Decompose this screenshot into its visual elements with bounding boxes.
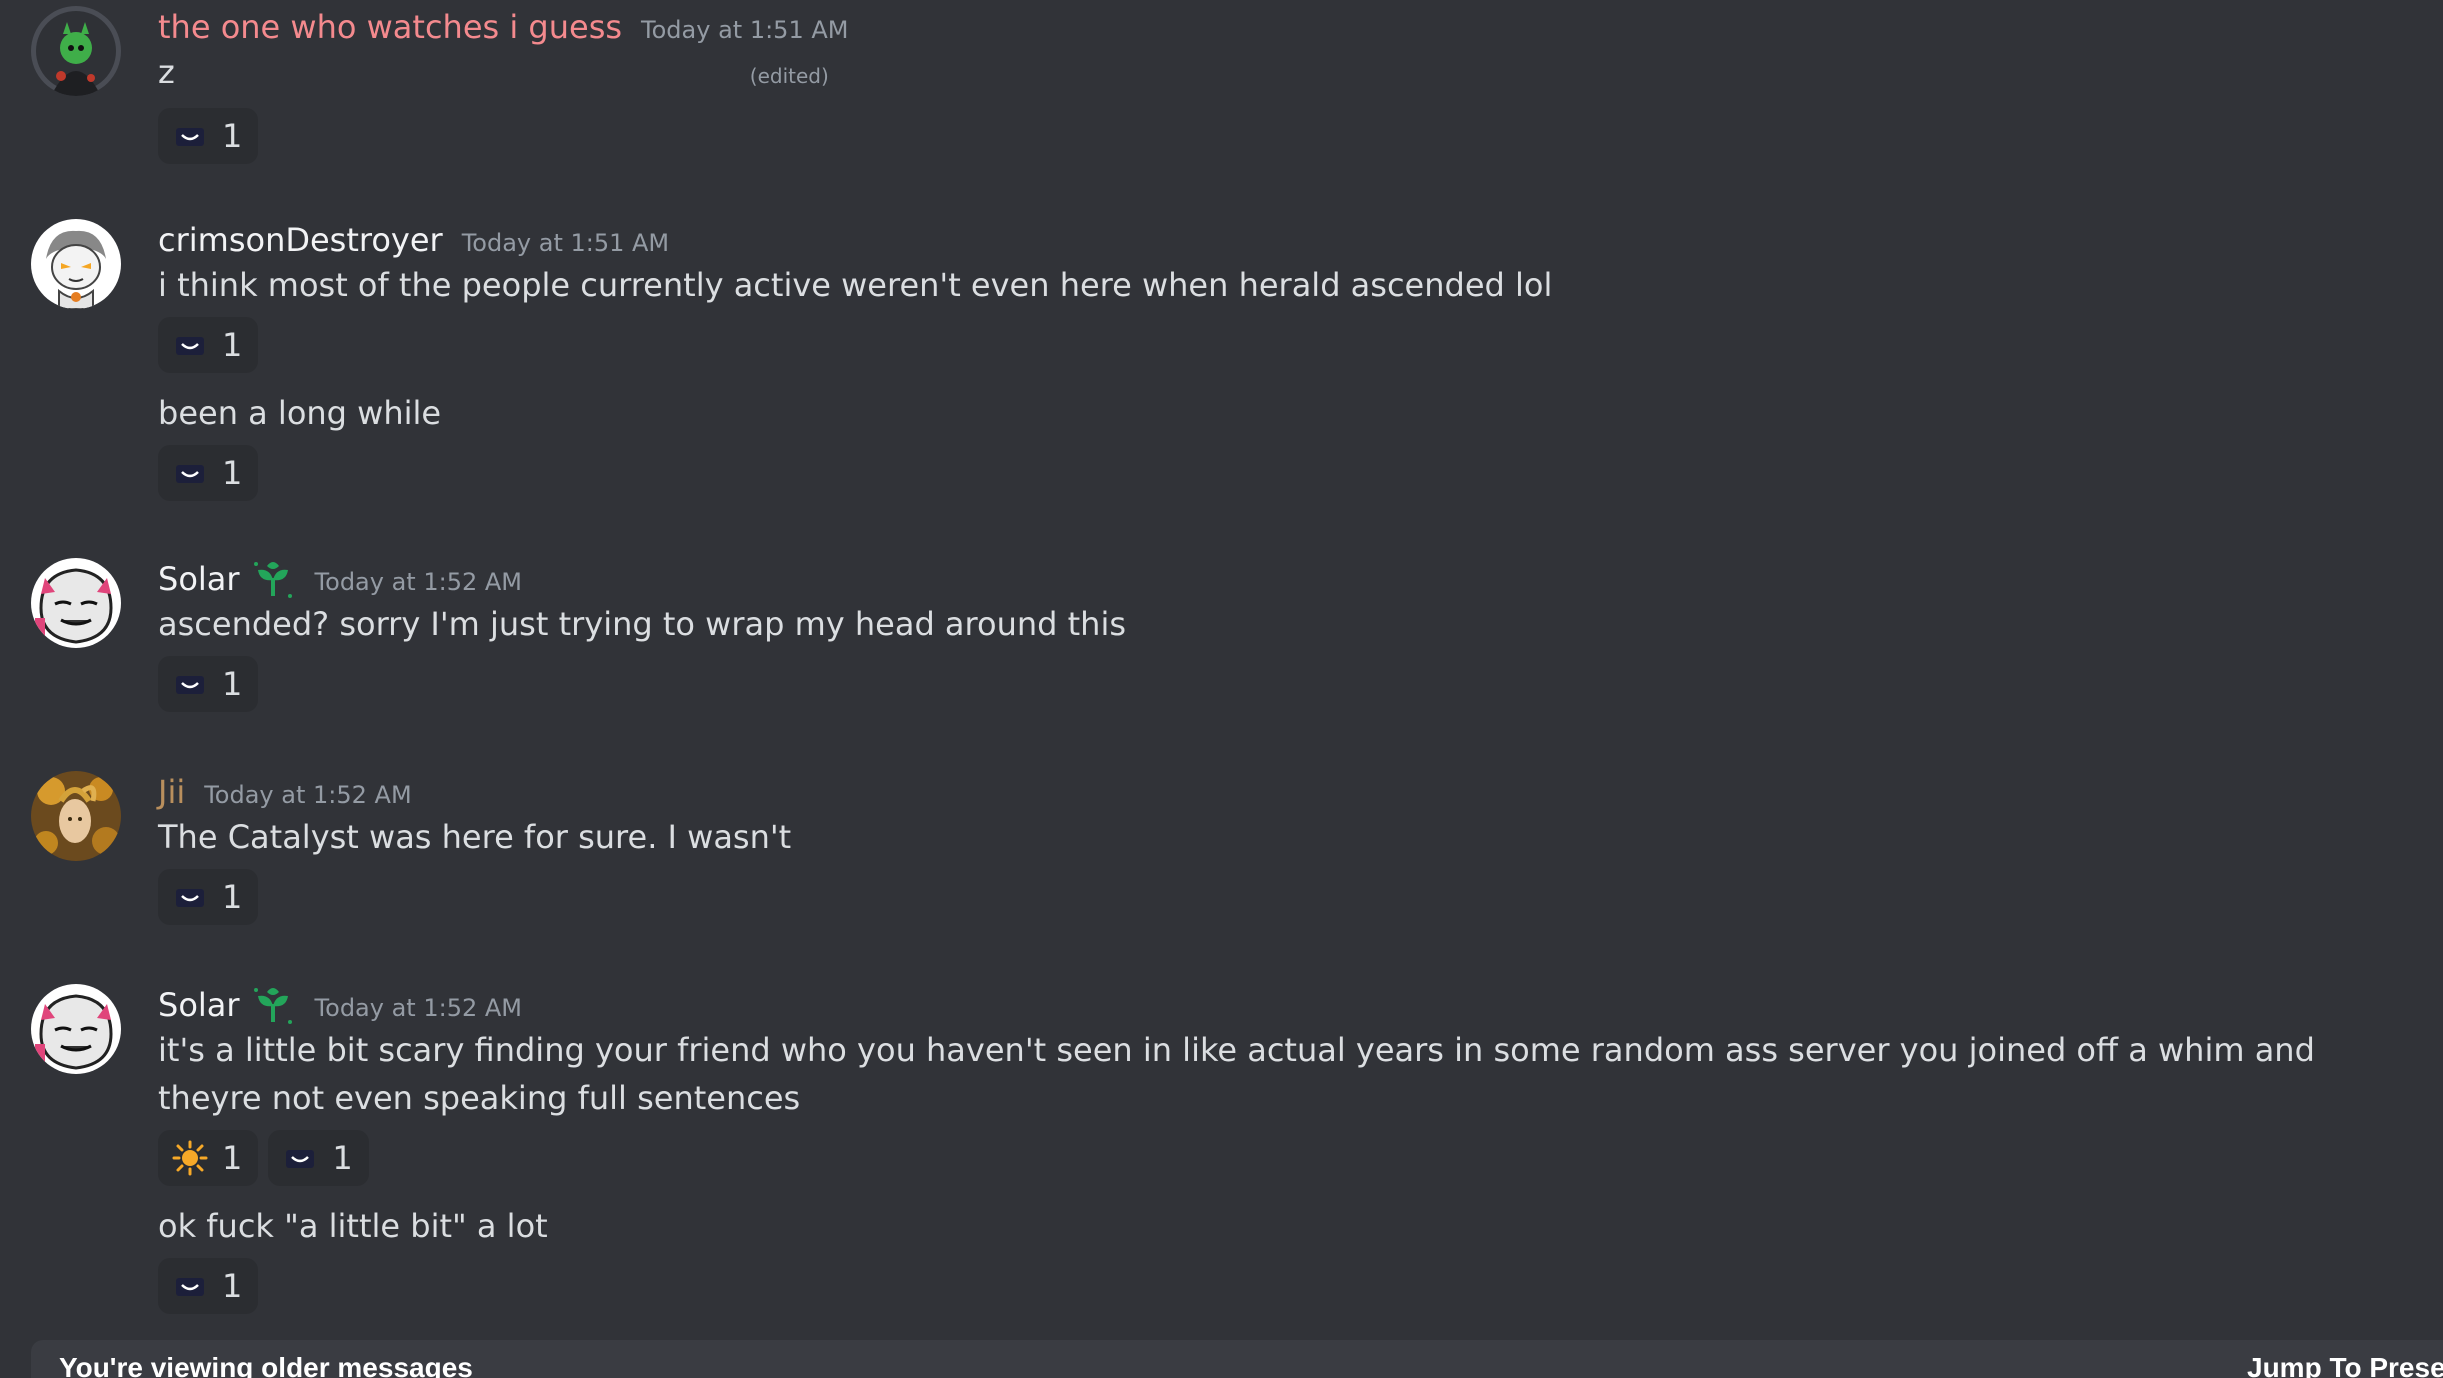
message-text: z (edited) xyxy=(158,48,2443,100)
message-content: z xyxy=(158,53,175,91)
timestamp: Today at 1:52 AM xyxy=(204,781,412,809)
dark-eyes-emoji-icon xyxy=(286,1150,315,1168)
reactions: 1 xyxy=(158,656,2443,712)
message-group: the one who watches i guess Today at 1:5… xyxy=(0,6,2443,164)
message-group: Jii Today at 1:52 AM The Catalyst was he… xyxy=(0,771,2443,925)
message-header: Solar Today at 1:52 AM xyxy=(158,984,2443,1026)
message-header: Jii Today at 1:52 AM xyxy=(158,771,2443,813)
message-text: The Catalyst was here for sure. I wasn't xyxy=(158,818,792,856)
edited-label: (edited) xyxy=(749,64,829,88)
green-sprout-icon[interactable] xyxy=(250,556,296,602)
jump-to-present-button[interactable]: Jump To Present xyxy=(2247,1352,2443,1378)
reaction-count: 1 xyxy=(222,665,243,703)
message-text: ascended? sorry I'm just trying to wrap … xyxy=(158,605,1126,643)
chat-messages: the one who watches i guess Today at 1:5… xyxy=(0,0,2443,1378)
reaction-count: 1 xyxy=(222,878,243,916)
reactions: 1 xyxy=(158,108,2443,164)
avatar[interactable] xyxy=(31,219,121,309)
reaction-count: 1 xyxy=(222,1267,243,1305)
dark-eyes-emoji-icon xyxy=(176,465,204,483)
message-text: ok fuck "a little bit" a lot xyxy=(158,1207,548,1245)
reaction-button[interactable]: 1 xyxy=(158,108,259,164)
reaction-count: 1 xyxy=(222,326,243,364)
reaction-count: 1 xyxy=(222,454,243,492)
message-group: Solar Today at 1:52 AM it's a little bit… xyxy=(0,984,2443,1314)
dark-eyes-emoji-icon xyxy=(176,337,204,355)
reaction-button[interactable]: 1 xyxy=(268,1130,369,1186)
message-text: been a long while xyxy=(158,394,442,432)
reactions: 1 xyxy=(158,869,2443,925)
message-text: i think most of the people currently act… xyxy=(158,266,1553,304)
reactions: 1 xyxy=(158,1258,2443,1314)
reaction-button[interactable]: 1 xyxy=(158,656,259,712)
reaction-button[interactable]: 1 xyxy=(158,1258,259,1314)
reaction-button[interactable]: 1 xyxy=(158,1130,259,1186)
dark-eyes-emoji-icon xyxy=(176,1278,204,1296)
older-messages-bar: You're viewing older messages Jump To Pr… xyxy=(31,1340,2443,1378)
green-sprout-icon[interactable] xyxy=(250,982,296,1028)
message-header: crimsonDestroyer Today at 1:51 AM xyxy=(158,219,2443,261)
message-header: the one who watches i guess Today at 1:5… xyxy=(158,6,2443,48)
reactions: 1 xyxy=(158,445,2443,501)
sun-emoji-icon xyxy=(172,1140,208,1176)
timestamp: Today at 1:52 AM xyxy=(314,994,522,1022)
message-group: crimsonDestroyer Today at 1:51 AM i thin… xyxy=(0,219,2443,501)
reaction-button[interactable]: 1 xyxy=(158,317,259,373)
avatar[interactable] xyxy=(31,6,121,96)
reaction-button[interactable]: 1 xyxy=(158,869,259,925)
dark-eyes-emoji-icon xyxy=(176,676,204,694)
avatar[interactable] xyxy=(31,984,121,1074)
message-text: it's a little bit scary finding your fri… xyxy=(158,1031,2326,1117)
dark-eyes-emoji-icon xyxy=(176,128,204,146)
username[interactable]: the one who watches i guess xyxy=(158,6,622,48)
avatar[interactable] xyxy=(31,558,121,648)
message-group: Solar Today at 1:52 AM ascended? sorry I… xyxy=(0,558,2443,712)
username[interactable]: crimsonDestroyer xyxy=(158,219,443,261)
username[interactable]: Solar xyxy=(158,984,240,1026)
reaction-button[interactable]: 1 xyxy=(158,445,259,501)
username[interactable]: Jii xyxy=(158,771,185,813)
timestamp: Today at 1:52 AM xyxy=(314,568,522,596)
message-header: Solar Today at 1:52 AM xyxy=(158,558,2443,600)
older-messages-text: You're viewing older messages xyxy=(59,1352,473,1378)
reaction-count: 1 xyxy=(222,117,243,155)
reaction-count: 1 xyxy=(222,1139,243,1177)
dark-eyes-emoji-icon xyxy=(176,889,204,907)
username[interactable]: Solar xyxy=(158,558,240,600)
reactions: 1 1 xyxy=(158,1130,2443,1186)
timestamp: Today at 1:51 AM xyxy=(461,229,670,257)
reactions: 1 xyxy=(158,317,2443,373)
avatar[interactable] xyxy=(31,771,121,861)
reaction-count: 1 xyxy=(332,1139,353,1177)
timestamp: Today at 1:51 AM xyxy=(641,16,849,44)
